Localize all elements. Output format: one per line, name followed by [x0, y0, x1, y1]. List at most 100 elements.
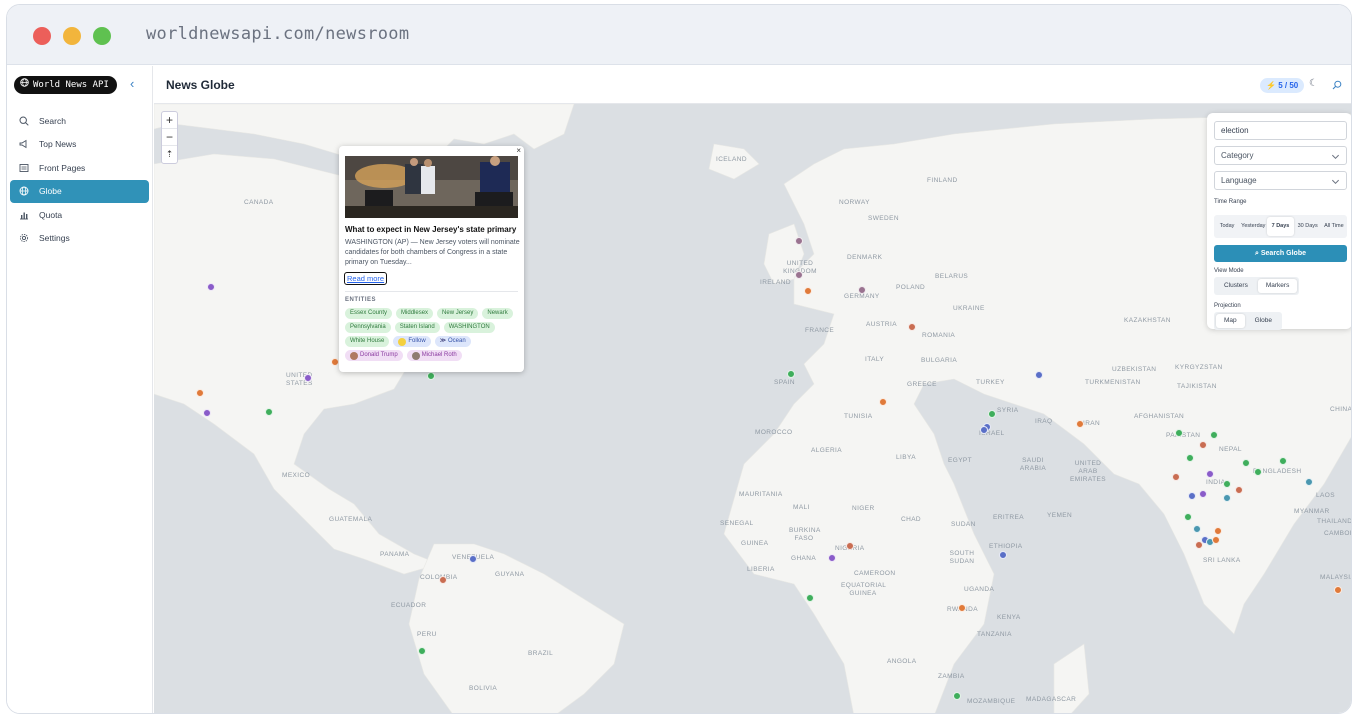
zoom-out-button[interactable]: −: [162, 129, 177, 146]
news-marker[interactable]: [304, 374, 312, 382]
time-option-all-time[interactable]: All Time: [1321, 215, 1347, 238]
news-marker[interactable]: [1223, 494, 1231, 502]
entity-tag[interactable]: Newark: [482, 308, 513, 319]
close-icon[interactable]: ×: [516, 146, 521, 155]
news-marker[interactable]: [953, 692, 961, 700]
news-marker[interactable]: [1172, 473, 1180, 481]
sidebar-item-settings[interactable]: Settings: [10, 227, 149, 250]
news-marker[interactable]: [1035, 371, 1043, 379]
gear-icon: [18, 232, 30, 244]
entity-tag-person[interactable]: Michael Roth: [406, 350, 462, 361]
time-option-30-days[interactable]: 30 Days: [1295, 215, 1321, 238]
language-select[interactable]: Language: [1214, 171, 1347, 190]
news-marker[interactable]: [988, 410, 996, 418]
news-marker[interactable]: [1199, 441, 1207, 449]
reset-bearing-button[interactable]: ⇡: [162, 146, 177, 163]
search-globe-button[interactable]: ⌕ Search Globe: [1214, 245, 1347, 262]
news-marker[interactable]: [1076, 420, 1084, 428]
read-more-link[interactable]: Read more: [344, 272, 388, 285]
address-bar[interactable]: worldnewsapi.com/newsroom: [146, 24, 409, 44]
news-marker[interactable]: [1235, 486, 1243, 494]
news-marker[interactable]: [1186, 454, 1194, 462]
news-marker[interactable]: [418, 647, 426, 655]
news-marker[interactable]: [439, 576, 447, 584]
news-marker[interactable]: [1242, 459, 1250, 467]
news-marker[interactable]: [1214, 527, 1222, 535]
news-marker[interactable]: [1184, 513, 1192, 521]
news-marker[interactable]: [795, 271, 803, 279]
news-marker[interactable]: [795, 237, 803, 245]
news-marker[interactable]: [331, 358, 339, 366]
entity-tag[interactable]: White House: [345, 336, 390, 347]
time-option-7-days[interactable]: 7 Days: [1267, 217, 1294, 236]
moon-icon[interactable]: ☾: [1309, 78, 1318, 89]
projection-map[interactable]: Map: [1216, 314, 1245, 328]
news-marker[interactable]: [804, 287, 812, 295]
page-header: News Globe ⚡ 5 / 50 ☾: [154, 66, 1351, 104]
news-marker[interactable]: [1279, 457, 1287, 465]
article-summary: WASHINGTON (AP) — New Jersey voters will…: [345, 239, 520, 266]
projection-globe[interactable]: Globe: [1247, 314, 1280, 328]
news-marker[interactable]: [879, 398, 887, 406]
entity-tag[interactable]: Staten Island: [394, 322, 440, 333]
news-marker[interactable]: [469, 555, 477, 563]
news-marker[interactable]: [1195, 541, 1203, 549]
entity-tag[interactable]: Pennsylvania: [345, 322, 391, 333]
quota-badge[interactable]: ⚡ 5 / 50: [1260, 78, 1305, 93]
news-marker[interactable]: [958, 604, 966, 612]
minimize-window-button[interactable]: [63, 27, 81, 45]
entity-tag[interactable]: Essex County: [345, 308, 393, 319]
chevron-left-icon[interactable]: ‹: [130, 76, 134, 91]
entity-tag[interactable]: WASHINGTON: [443, 322, 495, 333]
entity-tag[interactable]: Middlesex: [396, 308, 434, 319]
maximize-window-button[interactable]: [93, 27, 111, 45]
brand-name: World News API: [33, 80, 109, 90]
search-icon[interactable]: [1332, 77, 1342, 95]
news-marker[interactable]: [1188, 492, 1196, 500]
entity-tag-follow[interactable]: Follow: [393, 336, 431, 347]
query-input[interactable]: election: [1214, 121, 1347, 140]
news-marker[interactable]: [1305, 478, 1313, 486]
news-marker[interactable]: [203, 409, 211, 417]
category-select[interactable]: Category: [1214, 146, 1347, 165]
news-marker[interactable]: [207, 283, 215, 291]
entity-tag-person[interactable]: Donald Trump: [345, 350, 403, 361]
news-marker[interactable]: [980, 426, 988, 434]
sidebar-item-globe[interactable]: Globe: [10, 179, 149, 203]
world-map[interactable]: ICELAND FINLAND NORWAY SWEDEN CANADA UNI…: [154, 104, 1351, 713]
news-marker[interactable]: [1175, 429, 1183, 437]
news-marker[interactable]: [1223, 480, 1231, 488]
news-marker[interactable]: [846, 542, 854, 550]
close-window-button[interactable]: [33, 27, 51, 45]
news-marker[interactable]: [1210, 431, 1218, 439]
news-marker[interactable]: [1193, 525, 1201, 533]
news-marker[interactable]: [806, 594, 814, 602]
news-marker[interactable]: [858, 286, 866, 294]
news-marker[interactable]: [787, 370, 795, 378]
news-marker[interactable]: [1199, 490, 1207, 498]
news-marker[interactable]: [1334, 586, 1342, 594]
brand-badge[interactable]: World News API: [14, 76, 117, 94]
entity-tag-ocean[interactable]: ≫ Ocean: [434, 336, 471, 347]
zoom-in-button[interactable]: +: [162, 112, 177, 129]
view-mode-clusters[interactable]: Clusters: [1216, 279, 1256, 293]
sidebar-item-quota[interactable]: Quota: [10, 203, 149, 226]
sidebar-item-search[interactable]: Search: [10, 109, 149, 132]
news-marker[interactable]: [999, 551, 1007, 559]
news-marker[interactable]: [1254, 468, 1262, 476]
avatar: [350, 351, 358, 360]
news-marker[interactable]: [828, 554, 836, 562]
sidebar-item-top-news[interactable]: Top News: [10, 133, 149, 156]
news-marker[interactable]: [1212, 536, 1220, 544]
news-marker[interactable]: [427, 372, 435, 380]
news-marker[interactable]: [265, 408, 273, 416]
view-mode-markers[interactable]: Markers: [1257, 279, 1298, 293]
quota-count: 5 / 50: [1278, 81, 1299, 90]
time-option-today[interactable]: Today: [1214, 215, 1240, 238]
news-marker[interactable]: [1206, 470, 1214, 478]
entity-tag[interactable]: New Jersey: [437, 308, 479, 319]
sidebar-item-front-pages[interactable]: Front Pages: [10, 156, 149, 179]
time-option-yesterday[interactable]: Yesterday: [1240, 215, 1266, 238]
news-marker[interactable]: [196, 389, 204, 397]
news-marker[interactable]: [908, 323, 916, 331]
